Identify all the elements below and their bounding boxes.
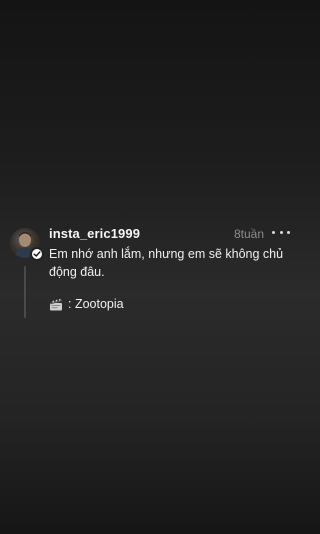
post-time: 8tuần — [233, 227, 264, 241]
media-prefix: : — [68, 297, 75, 311]
clapperboard-icon — [50, 298, 62, 310]
thread-line — [24, 266, 26, 318]
more-options-icon[interactable] — [272, 224, 290, 240]
media-tag[interactable]: : Zootopia — [49, 297, 124, 311]
post-text: Em nhớ anh lắm, nhưng em sẽ không chủ độ… — [49, 247, 284, 279]
thread-post: insta_eric1999 8tuần Em nhớ anh lắm, như… — [10, 224, 292, 324]
username[interactable]: insta_eric1999 — [49, 226, 140, 241]
checkmark-badge-icon — [30, 247, 44, 261]
avatar[interactable] — [10, 228, 44, 261]
media-title: Zootopia — [74, 297, 124, 311]
